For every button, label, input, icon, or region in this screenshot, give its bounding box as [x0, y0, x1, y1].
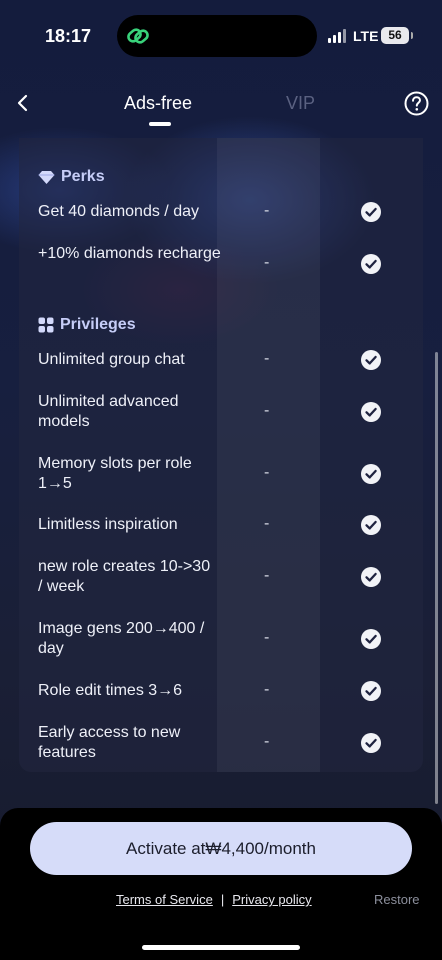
ads-free-value: - [264, 350, 270, 367]
check-icon [361, 567, 381, 587]
terms-link[interactable]: Terms of Service [116, 892, 213, 907]
status-time: 18:17 [45, 26, 92, 46]
legal-links: Terms of Service | Privacy policy [116, 892, 312, 907]
section-privileges-title: Privileges [60, 316, 136, 333]
battery-icon: 56 [381, 27, 413, 44]
check-icon [361, 681, 381, 701]
tab-indicator [149, 122, 171, 126]
ads-free-value: - [264, 629, 270, 646]
row-label: Memory slots per role 1→5 [38, 455, 192, 492]
check-icon [361, 254, 381, 274]
chevron-left-icon [17, 94, 28, 112]
link-icon [127, 28, 149, 44]
activate-button[interactable]: Activate at₩4,400/month [30, 822, 412, 875]
apps-icon [38, 317, 54, 333]
restore-button[interactable]: Restore [374, 892, 420, 907]
row-label: Limitless inspiration [38, 516, 178, 533]
check-icon [361, 464, 381, 484]
ads-free-value: - [264, 733, 270, 750]
check-icon [361, 350, 381, 370]
tab-ads-free[interactable]: Ads-free [124, 93, 192, 114]
tab-vip[interactable]: VIP [286, 93, 315, 114]
scrollbar[interactable] [435, 352, 438, 804]
ads-free-value: - [264, 515, 270, 532]
diamond-icon [38, 170, 55, 184]
back-button[interactable] [10, 88, 36, 118]
help-icon[interactable] [404, 91, 429, 116]
row-label: +10% diamonds recharge [38, 245, 221, 262]
section-perks: Perks [38, 168, 105, 186]
section-privileges: Privileges [38, 316, 136, 334]
signal-icon [328, 29, 346, 43]
row-label: Image gens 200→400 / day [38, 620, 205, 657]
comparison-card: Perks Get 40 diamonds / day - +10% diamo… [19, 138, 423, 772]
ads-free-column [217, 138, 320, 772]
ads-free-value: - [264, 402, 270, 419]
row-label: Early access to new features [38, 724, 181, 761]
section-perks-title: Perks [61, 168, 105, 185]
network-type: LTE [353, 28, 379, 44]
ads-free-value: - [264, 254, 270, 271]
check-icon [361, 733, 381, 753]
privacy-link[interactable]: Privacy policy [232, 892, 311, 907]
row-label: Unlimited advanced models [38, 393, 179, 430]
check-icon [361, 202, 381, 222]
ads-free-value: - [264, 464, 270, 481]
row-label: Unlimited group chat [38, 351, 185, 368]
check-icon [361, 402, 381, 422]
ads-free-value: - [264, 202, 270, 219]
row-label: Role edit times 3→6 [38, 682, 183, 699]
ads-free-value: - [264, 681, 270, 698]
status-bar: 18:17 LTE 56 [0, 0, 442, 70]
check-icon [361, 629, 381, 649]
ads-free-value: - [264, 567, 270, 584]
row-label: new role creates 10->30 / week [38, 558, 211, 595]
home-indicator[interactable] [142, 945, 300, 950]
link-separator: | [220, 892, 225, 907]
dynamic-island [117, 15, 317, 57]
row-label: Get 40 diamonds / day [38, 203, 199, 220]
footer: Activate at₩4,400/month Terms of Service… [0, 808, 442, 960]
check-icon [361, 515, 381, 535]
